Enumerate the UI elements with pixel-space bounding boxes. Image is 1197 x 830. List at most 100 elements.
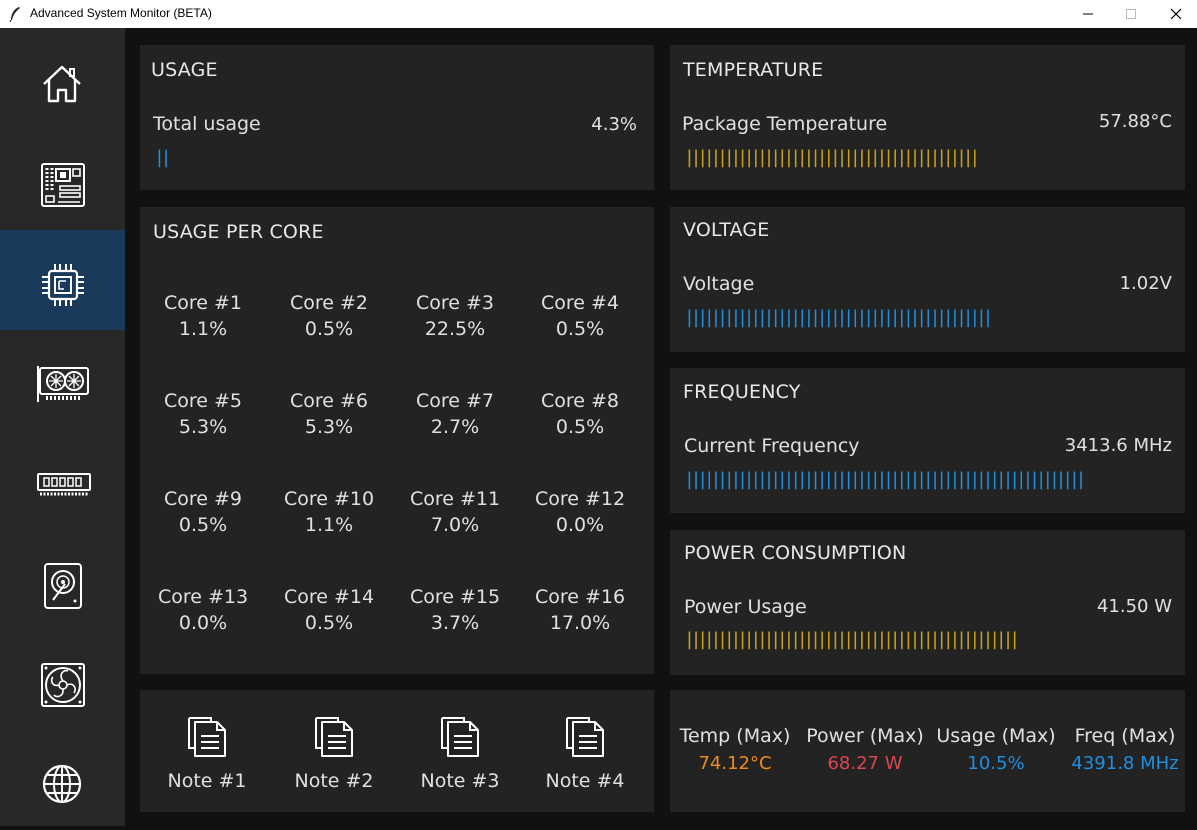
freq-max-value: 4391.8 MHz: [1071, 753, 1179, 774]
current-frequency-label: Current Frequency: [684, 435, 860, 457]
core-name: Core #5: [163, 390, 243, 412]
note-label: Note #3: [420, 770, 500, 792]
note-3-button[interactable]: Note #3: [405, 712, 515, 792]
frequency-panel: FREQUENCY Current Frequency 3413.6 MHz |…: [670, 368, 1185, 513]
freq-max-label: Freq (Max): [1074, 725, 1176, 747]
core-name: Core #8: [540, 390, 620, 412]
core-usage-value: 2.7%: [430, 416, 480, 438]
ram-icon: [37, 473, 91, 496]
nav-ram[interactable]: [0, 430, 125, 530]
nav-storage[interactable]: [0, 530, 125, 630]
usage-max-label: Usage (Max): [936, 725, 1056, 747]
nav-gpu[interactable]: [0, 330, 125, 430]
core-usage-value: 0.5%: [555, 416, 605, 438]
core-usage-value: 0.5%: [178, 514, 228, 536]
power-max-stat: Power (Max) 68.27 W: [800, 725, 930, 774]
nav-network[interactable]: [0, 730, 125, 830]
temp-max-value: 74.12°C: [698, 753, 772, 774]
power-panel: POWER CONSUMPTION Power Usage 41.50 W ||…: [670, 530, 1185, 675]
core-usage-value: 0.5%: [304, 612, 354, 634]
core-name: Core #4: [540, 292, 620, 314]
temp-max-stat: Temp (Max) 74.12°C: [670, 725, 800, 774]
title-bar: Advanced System Monitor (BETA): [0, 0, 1197, 28]
note-icon: [566, 717, 604, 757]
core-4-stat: Core #4 0.5%: [520, 290, 640, 342]
usage-per-core-title: USAGE PER CORE: [153, 221, 324, 243]
power-usage-value: 41.50 W: [1096, 596, 1172, 617]
voltage-bar: ||||||||||||||||||||||||||||||||||||||||…: [684, 308, 990, 328]
core-3-stat: Core #3 22.5%: [395, 290, 515, 342]
core-name: Core #15: [409, 586, 501, 608]
core-16-stat: Core #16 17.0%: [520, 584, 640, 636]
power-usage-label: Power Usage: [684, 596, 807, 618]
core-name: Core #1: [163, 292, 243, 314]
note-4-button[interactable]: Note #4: [530, 712, 640, 792]
usage-max-stat: Usage (Max) 10.5%: [931, 725, 1061, 774]
maximize-icon: [1126, 9, 1136, 19]
core-name: Core #16: [534, 586, 626, 608]
note-1-button[interactable]: Note #1: [152, 712, 262, 792]
usage-per-core-panel: USAGE PER CORE Core #1 1.1% Core #2 0.5% Cor…: [140, 207, 654, 674]
core-name: Core #12: [534, 488, 626, 510]
core-2-stat: Core #2 0.5%: [269, 290, 389, 342]
voltage-title: VOLTAGE: [683, 219, 770, 241]
gpu-icon: [37, 366, 89, 402]
note-label: Note #1: [167, 770, 247, 792]
power-max-value: 68.27 W: [827, 753, 903, 774]
temp-max-label: Temp (Max): [679, 725, 791, 747]
minimize-button[interactable]: [1065, 0, 1111, 28]
core-15-stat: Core #15 3.7%: [395, 584, 515, 636]
usage-title: USAGE: [151, 59, 218, 81]
usage-panel: USAGE Total usage 4.3% ||: [140, 45, 654, 190]
maximize-button[interactable]: [1108, 0, 1154, 28]
core-usage-value: 0.0%: [555, 514, 605, 536]
temperature-bar: ||||||||||||||||||||||||||||||||||||||||…: [684, 148, 977, 168]
nav-cooling[interactable]: [0, 630, 125, 730]
current-frequency-value: 3413.6 MHz: [1064, 435, 1172, 456]
power-title: POWER CONSUMPTION: [684, 542, 907, 564]
core-usage-value: 0.5%: [304, 318, 354, 340]
core-name: Core #10: [283, 488, 375, 510]
frequency-title: FREQUENCY: [683, 381, 801, 403]
nav-home[interactable]: [0, 30, 125, 130]
core-name: Core #13: [157, 586, 249, 608]
core-usage-value: 1.1%: [304, 514, 354, 536]
core-usage-value: 1.1%: [178, 318, 228, 340]
frequency-bar: ||||||||||||||||||||||||||||||||||||||||…: [684, 470, 1083, 490]
core-name: Core #14: [283, 586, 375, 608]
core-9-stat: Core #9 0.5%: [143, 486, 263, 538]
core-name: Core #11: [409, 488, 501, 510]
core-usage-value: 5.3%: [304, 416, 354, 438]
temperature-title: TEMPERATURE: [683, 59, 824, 81]
total-usage-value: 4.3%: [591, 114, 637, 135]
note-2-button[interactable]: Note #2: [279, 712, 389, 792]
core-usage-value: 0.0%: [178, 612, 228, 634]
usage-max-value: 10.5%: [967, 753, 1025, 774]
core-14-stat: Core #14 0.5%: [269, 584, 389, 636]
core-usage-value: 17.0%: [549, 612, 611, 634]
notes-panel: Note #1 Note #2 Note #3 Note #4: [140, 690, 654, 812]
core-name: Core #7: [415, 390, 495, 412]
core-13-stat: Core #13 0.0%: [143, 584, 263, 636]
home-icon: [43, 65, 81, 103]
hdd-icon: [44, 563, 82, 609]
nav-motherboard[interactable]: [0, 130, 125, 230]
package-temperature-value: 57.88°C: [1098, 111, 1172, 132]
motherboard-icon: [41, 163, 85, 207]
close-icon: [1170, 8, 1182, 20]
core-1-stat: Core #1 1.1%: [143, 290, 263, 342]
core-name: Core #3: [415, 292, 495, 314]
usage-bar: ||: [154, 148, 168, 168]
nav-cpu[interactable]: [0, 230, 125, 330]
core-6-stat: Core #6 5.3%: [269, 388, 389, 440]
window-title: Advanced System Monitor (BETA): [30, 6, 212, 20]
power-bar: ||||||||||||||||||||||||||||||||||||||||…: [684, 630, 1016, 650]
power-max-label: Power (Max): [806, 725, 924, 747]
total-usage-label: Total usage: [153, 113, 261, 135]
voltage-label: Voltage: [683, 273, 755, 295]
close-button[interactable]: [1153, 0, 1197, 28]
voltage-panel: VOLTAGE Voltage 1.02V ||||||||||||||||||…: [670, 207, 1185, 352]
core-11-stat: Core #11 7.0%: [395, 486, 515, 538]
core-usage-value: 7.0%: [430, 514, 480, 536]
core-name: Core #2: [289, 292, 369, 314]
